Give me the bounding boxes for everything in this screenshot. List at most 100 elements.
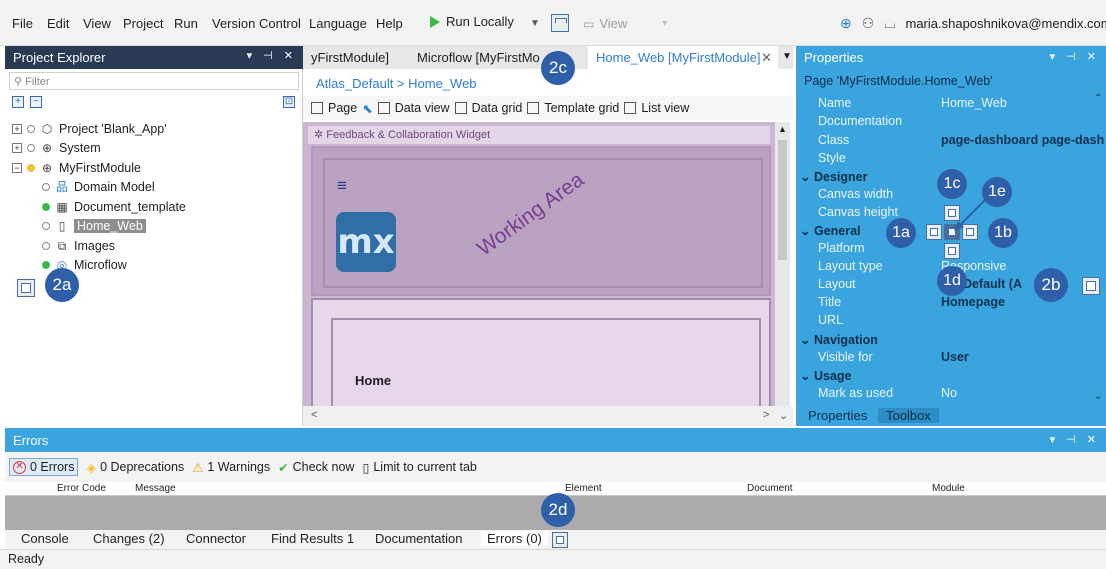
collapse-icon[interactable]: − xyxy=(12,163,22,173)
col-error-code[interactable]: Error Code xyxy=(57,483,106,494)
run-dropdown-caret-icon[interactable]: ▼ xyxy=(530,18,540,29)
tree-item-myfirstmodule[interactable]: − ⊕ MyFirstModule xyxy=(12,161,141,175)
tab-documentation[interactable]: Documentation xyxy=(375,531,462,546)
menu-bar: File Edit View Project Run Version Contr… xyxy=(0,0,1106,46)
cart-icon[interactable]: ⌴ xyxy=(884,15,895,32)
tab-console[interactable]: Console xyxy=(21,531,69,546)
prop-visible-for-label: Visible for xyxy=(818,350,873,364)
horizontal-scrollbar[interactable]: < > ⌄ xyxy=(303,406,793,426)
tab-properties[interactable]: Properties xyxy=(800,408,876,423)
tree-item-document-template[interactable]: ▦ Document_template xyxy=(42,200,186,214)
category-label: General xyxy=(813,224,861,238)
prop-layout-label: Layout xyxy=(818,277,856,291)
menu-version-control[interactable]: Version Control xyxy=(212,16,301,31)
data-grid-tool[interactable]: Data grid xyxy=(472,101,523,115)
hamburger-icon[interactable]: ≡ xyxy=(337,176,347,196)
panel-controls[interactable]: ▾ ⊣ ✕ xyxy=(1050,50,1100,63)
user-email[interactable]: maria.shaposhnikova@mendix.com xyxy=(906,16,1106,31)
col-module[interactable]: Module xyxy=(932,483,965,494)
deprecations-filter-button[interactable]: ◈ 0 Deprecations xyxy=(86,460,184,475)
link-editor-button[interactable]: ⊡ xyxy=(283,96,295,108)
dock-bottom-button[interactable] xyxy=(552,532,568,548)
prop-mark-as-used-value[interactable]: No xyxy=(941,386,957,400)
panel-controls[interactable]: ▾ ⊣ ✕ xyxy=(247,49,297,62)
run-locally-button[interactable]: Run Locally xyxy=(430,14,514,29)
category-navigation[interactable]: ⌄ Navigation xyxy=(800,332,878,347)
scroll-up-icon[interactable]: ▲ xyxy=(778,124,787,134)
tree-label: Document_template xyxy=(74,200,186,214)
prop-name-value[interactable]: Home_Web xyxy=(941,96,1007,110)
scroll-up-icon[interactable]: ⌃ xyxy=(1094,93,1102,104)
prop-class-value[interactable]: page-dashboard page-dash xyxy=(941,133,1104,147)
check-now-button[interactable]: ✔ Check now xyxy=(278,460,354,475)
list-view-tool[interactable]: List view xyxy=(641,101,689,115)
template-grid-tool[interactable]: Template grid xyxy=(544,101,619,115)
dock-left-button[interactable] xyxy=(17,279,35,297)
warnings-filter-button[interactable]: ⚠ 1 Warnings xyxy=(192,460,270,475)
scroll-left-icon[interactable]: < xyxy=(311,409,317,421)
menu-help[interactable]: Help xyxy=(376,16,403,31)
tab-changes[interactable]: Changes (2) xyxy=(93,531,165,546)
menu-project[interactable]: Project xyxy=(123,16,163,31)
vertical-scrollbar[interactable]: ▲ xyxy=(775,122,790,406)
category-designer[interactable]: ⌄ Designer xyxy=(800,169,867,184)
menu-run[interactable]: Run xyxy=(174,16,198,31)
content-container[interactable] xyxy=(311,298,771,406)
working-area[interactable]: ✲ Feedback & Collaboration Widget ≡ mx H… xyxy=(303,122,775,406)
chevron-down-icon: ⌄ xyxy=(800,170,811,184)
dock-right-edge-button[interactable] xyxy=(1082,277,1100,295)
pointer-icon[interactable]: ⬉ xyxy=(362,101,372,116)
tree-item-images[interactable]: ⧉ Images xyxy=(42,239,115,253)
dock-bottom-button[interactable] xyxy=(944,243,960,259)
dock-left-button[interactable] xyxy=(926,224,942,240)
col-message[interactable]: Message xyxy=(135,483,176,494)
feedback-widget-banner[interactable]: ✲ Feedback & Collaboration Widget xyxy=(308,126,770,144)
prop-title-value[interactable]: Homepage xyxy=(941,295,1005,309)
menu-view[interactable]: View xyxy=(83,16,111,31)
tab-errors[interactable]: Errors (0) xyxy=(481,531,548,546)
tree-item-system[interactable]: + ⊕ System xyxy=(12,141,101,155)
tabs-dropdown-icon[interactable]: ▼ xyxy=(782,51,792,62)
expand-all-button[interactable]: + xyxy=(12,96,24,108)
errors-filter-button[interactable]: ✕ 0 Errors xyxy=(9,458,79,476)
col-document[interactable]: Document xyxy=(747,483,793,494)
expand-icon[interactable]: + xyxy=(12,124,22,134)
panel-controls[interactable]: ▾ ⊣ ✕ xyxy=(1050,433,1100,446)
page-tool[interactable]: Page xyxy=(328,101,357,115)
home-heading[interactable]: Home xyxy=(355,373,391,388)
category-general[interactable]: ⌄ General xyxy=(800,223,861,238)
prop-visible-for-value[interactable]: User xyxy=(941,350,969,364)
module-icon: ⊕ xyxy=(41,161,53,175)
breadcrumb[interactable]: Atlas_Default > Home_Web xyxy=(316,76,477,91)
tree-item-domain-model[interactable]: 品 Domain Model xyxy=(42,180,155,194)
globe-icon[interactable]: ⊕ xyxy=(840,15,852,32)
expand-icon[interactable]: + xyxy=(12,143,22,153)
filter-input[interactable]: ⚲ Filter xyxy=(9,72,299,90)
people-icon[interactable]: ⚇ xyxy=(862,15,875,32)
collapse-all-button[interactable]: − xyxy=(30,96,42,108)
col-element[interactable]: Element xyxy=(565,483,602,494)
tab-toolbox[interactable]: Toolbox xyxy=(878,408,939,423)
prop-class-label: Class xyxy=(818,133,850,147)
tab-connector[interactable]: Connector xyxy=(186,531,246,546)
close-icon[interactable]: ✕ xyxy=(761,50,772,66)
scroll-right-icon[interactable]: > xyxy=(763,409,769,421)
data-view-tool[interactable]: Data view xyxy=(395,101,450,115)
tab-microflow[interactable]: Microflow [MyFirstMo xyxy=(409,46,549,69)
menu-edit[interactable]: Edit xyxy=(47,16,69,31)
tab-find-results[interactable]: Find Results 1 xyxy=(271,531,354,546)
view-button[interactable]: ▭ View ▾ xyxy=(583,16,667,31)
tree-item-project[interactable]: + ⬡ Project 'Blank_App' xyxy=(12,122,167,136)
tab-module[interactable]: yFirstModule] xyxy=(303,46,401,69)
category-usage[interactable]: ⌄ Usage xyxy=(800,368,852,383)
dock-toolbar-icon[interactable] xyxy=(551,14,569,32)
menu-file[interactable]: File xyxy=(12,16,33,31)
limit-to-tab-button[interactable]: ▯ Limit to current tab xyxy=(362,460,476,475)
scroll-thumb[interactable] xyxy=(778,140,787,260)
tree-item-home-web[interactable]: ▯ Home_Web xyxy=(42,219,146,233)
scroll-down-icon[interactable]: ⌄ xyxy=(779,409,788,422)
callout-2b: 2b xyxy=(1034,268,1068,302)
tab-home-web[interactable]: Home_Web [MyFirstModule] ✕ xyxy=(588,46,778,69)
menu-language[interactable]: Language xyxy=(309,16,367,31)
scroll-down-icon[interactable]: ⌄ xyxy=(1094,391,1102,402)
